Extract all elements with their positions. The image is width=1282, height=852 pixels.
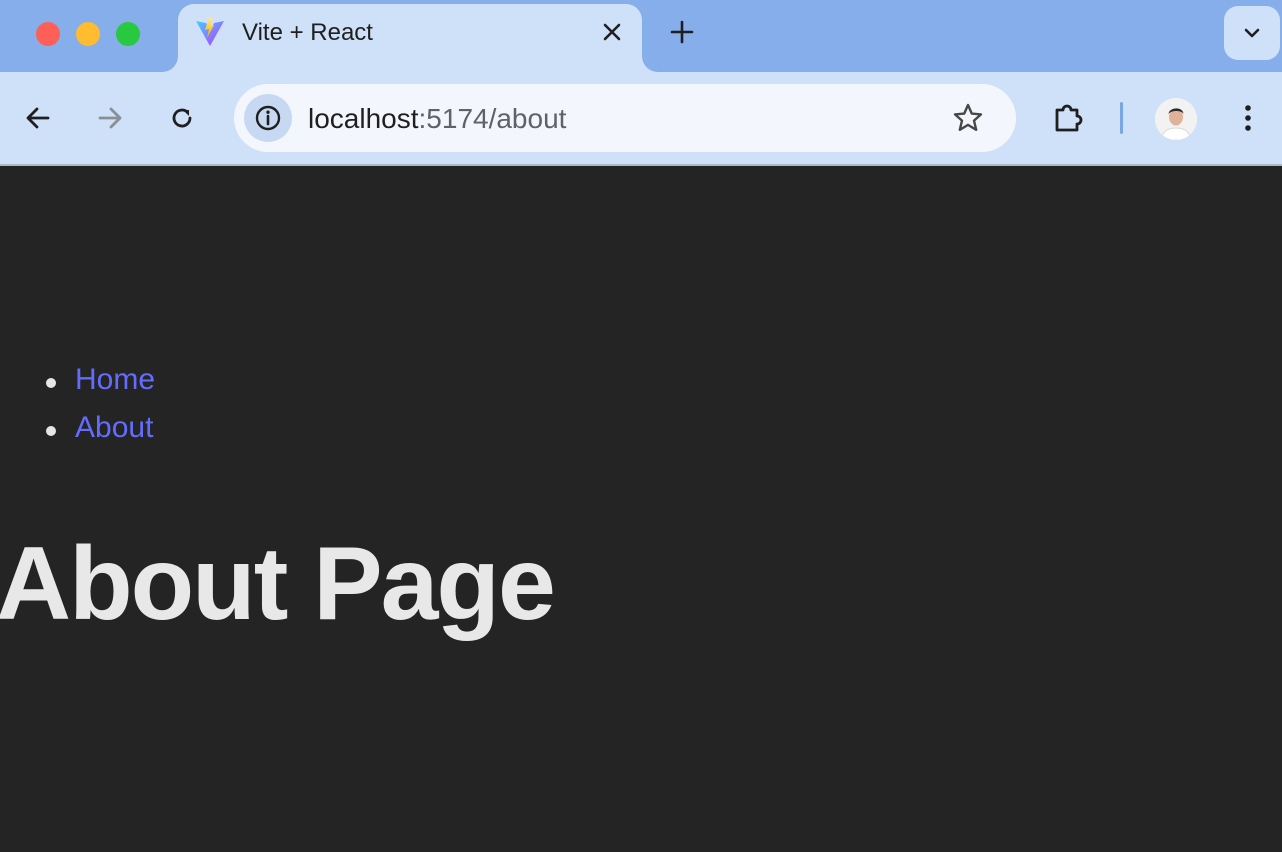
url-path: :5174/about (418, 103, 567, 134)
close-window-button[interactable] (36, 22, 60, 46)
list-item: About (0, 410, 155, 458)
url-text[interactable]: localhost:5174/about (308, 103, 566, 135)
site-info-icon[interactable] (244, 94, 292, 142)
url-host: localhost (308, 103, 419, 134)
maximize-window-button[interactable] (116, 22, 140, 46)
home-link[interactable]: Home (75, 363, 155, 396)
new-tab-icon[interactable] (666, 16, 698, 48)
toolbar-divider (1120, 102, 1123, 134)
back-arrow-icon[interactable] (20, 100, 56, 136)
extensions-puzzle-icon[interactable] (1050, 100, 1086, 136)
bookmark-star-icon[interactable] (950, 100, 986, 136)
more-menu-icon[interactable] (1230, 100, 1266, 136)
vite-logo-icon (196, 18, 224, 46)
minimize-window-button[interactable] (76, 22, 100, 46)
forward-arrow-icon[interactable] (92, 100, 128, 136)
reload-icon[interactable] (164, 100, 200, 136)
page-viewport: Home About About Page (0, 166, 1282, 852)
list-item: Home (0, 362, 155, 410)
close-tab-icon[interactable] (600, 20, 624, 44)
page-title: About Page (0, 526, 556, 642)
tab-title: Vite + React (242, 19, 373, 46)
about-link[interactable]: About (75, 411, 153, 444)
tab-search-chevron-icon[interactable] (1224, 6, 1280, 60)
address-bar[interactable]: localhost:5174/about (234, 84, 1016, 152)
active-tab[interactable]: Vite + React (178, 4, 642, 72)
profile-avatar[interactable] (1155, 98, 1197, 140)
tab-strip: Vite + React (0, 0, 1282, 72)
browser-toolbar: localhost:5174/about (0, 72, 1282, 166)
nav-list: Home About (0, 362, 155, 458)
